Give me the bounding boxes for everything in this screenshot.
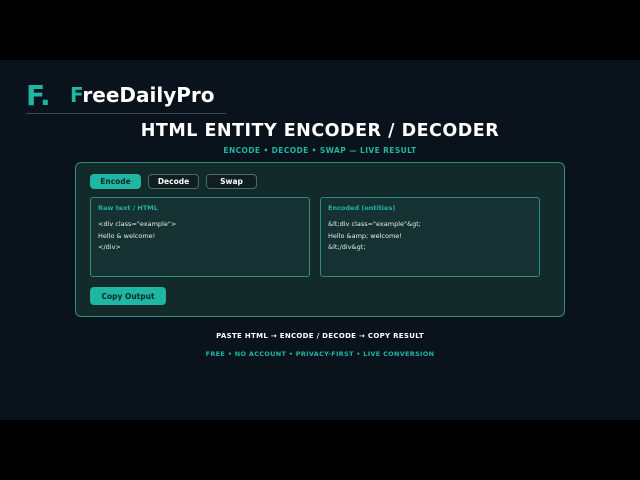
converter-panel: Encode Decode Swap Raw text / HTML <div …: [75, 162, 565, 317]
output-textarea[interactable]: Encoded (entities) &lt;div class="exampl…: [320, 197, 540, 277]
output-label: Encoded (entities): [328, 204, 396, 212]
copy-output-button[interactable]: Copy Output: [90, 287, 166, 305]
input-line: <div class="example">: [98, 220, 177, 228]
brand-name-initial: F: [70, 83, 83, 107]
output-line: &lt;/div&gt;: [328, 243, 366, 251]
mode-tabs: Encode Decode Swap: [90, 174, 257, 189]
brand-logo-icon: F.: [26, 78, 51, 112]
input-line: </div>: [98, 243, 121, 251]
page-title: HTML ENTITY ENCODER / DECODER: [140, 121, 500, 141]
feature-list: FREE • NO ACCOUNT • PRIVACY-FIRST • LIVE…: [205, 350, 435, 358]
tab-encode[interactable]: Encode: [90, 174, 141, 189]
brand-name: FreeDailyPro: [70, 83, 215, 107]
bottom-letterbox: [0, 420, 640, 480]
brand-name-rest: reeDailyPro: [82, 83, 215, 107]
output-line: &lt;div class="example"&gt;: [328, 220, 421, 228]
tab-swap[interactable]: Swap: [206, 174, 257, 189]
input-label: Raw text / HTML: [98, 204, 158, 212]
output-line: Hello &amp; welcome!: [328, 231, 402, 240]
brand-divider: [26, 113, 226, 114]
page-subtitle: ENCODE • DECODE • SWAP — LIVE RESULT: [223, 146, 417, 155]
workflow-steps: PASTE HTML → ENCODE / DECODE → COPY RESU…: [216, 332, 424, 340]
top-letterbox: [0, 0, 640, 60]
input-textarea[interactable]: Raw text / HTML <div class="example"> He…: [90, 197, 310, 277]
brand[interactable]: F. FreeDailyPro: [26, 78, 215, 112]
input-line: Hello & welcome!: [98, 231, 156, 240]
tab-decode[interactable]: Decode: [148, 174, 199, 189]
